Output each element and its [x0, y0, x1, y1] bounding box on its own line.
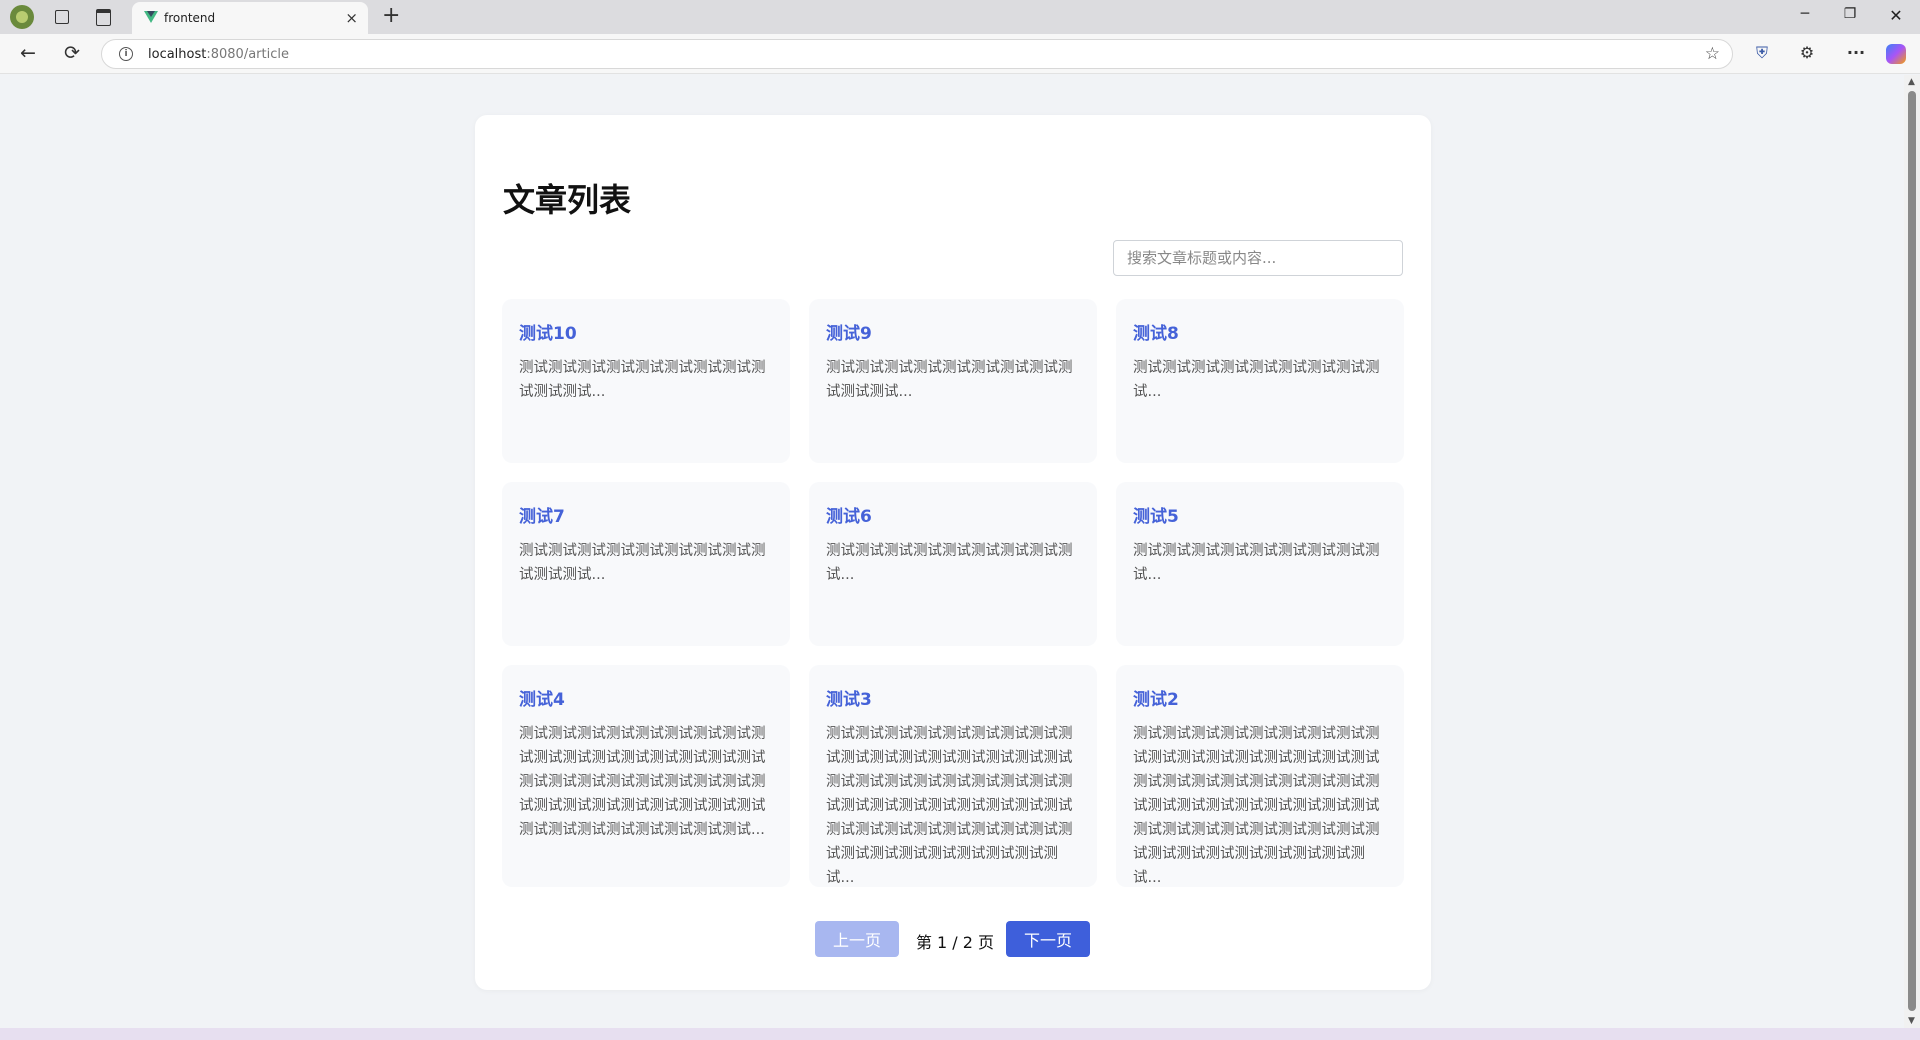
article-list-card: 文章列表 测试10 测试测试测试测试测试测试测试测试测试测试测试... 测试9 … — [475, 115, 1431, 990]
article-title[interactable]: 测试7 — [519, 502, 773, 527]
article-card[interactable]: 测试2 测试测试测试测试测试测试测试测试测试测试测试测试测试测试测试测试测试测试… — [1116, 665, 1404, 887]
article-card[interactable]: 测试4 测试测试测试测试测试测试测试测试测试测试测试测试测试测试测试测试测试测试… — [502, 665, 790, 887]
article-title[interactable]: 测试6 — [826, 502, 1080, 527]
favorite-star-icon[interactable]: ☆ — [1705, 44, 1720, 64]
article-card[interactable]: 测试7 测试测试测试测试测试测试测试测试测试测试测试... — [502, 482, 790, 646]
shield-icon[interactable]: ⛨ — [1751, 43, 1773, 63]
vertical-scrollbar[interactable]: ▲ ▼ — [1904, 75, 1920, 1028]
browser-toolbar: ← ⟳ i localhost:8080/article ☆ ⛨ ⚙ ··· — [0, 34, 1920, 74]
article-title[interactable]: 测试8 — [1133, 319, 1387, 344]
article-title[interactable]: 测试2 — [1133, 685, 1387, 710]
browser-tab-frontend[interactable]: frontend × — [132, 2, 368, 34]
reload-icon[interactable]: ⟳ — [60, 42, 84, 64]
workspaces-icon[interactable] — [51, 6, 73, 28]
scroll-down-arrow-icon[interactable]: ▼ — [1908, 1016, 1915, 1026]
article-card[interactable]: 测试9 测试测试测试测试测试测试测试测试测试测试测试... — [809, 299, 1097, 463]
url-text[interactable]: localhost:8080/article — [148, 47, 289, 62]
article-card[interactable]: 测试5 测试测试测试测试测试测试测试测试测试... — [1116, 482, 1404, 646]
back-arrow-icon[interactable]: ← — [16, 42, 40, 64]
article-excerpt: 测试测试测试测试测试测试测试测试测试测试测试测试测试测试测试测试测试测试测试测试… — [519, 726, 766, 838]
article-title[interactable]: 测试9 — [826, 319, 1080, 344]
restore-icon[interactable]: ❐ — [1840, 6, 1860, 22]
search-input[interactable] — [1113, 240, 1403, 276]
article-card[interactable]: 测试6 测试测试测试测试测试测试测试测试测试... — [809, 482, 1097, 646]
tab-actions-icon[interactable] — [92, 6, 114, 28]
article-excerpt: 测试测试测试测试测试测试测试测试测试... — [1133, 360, 1380, 400]
vue-logo-icon — [144, 10, 158, 24]
tab-title: frontend — [164, 11, 216, 25]
window-bottom-edge — [0, 1028, 1920, 1040]
site-info-icon[interactable]: i — [119, 47, 133, 61]
extensions-icon[interactable]: ⚙ — [1796, 43, 1818, 63]
article-excerpt: 测试测试测试测试测试测试测试测试测试测试测试... — [519, 360, 766, 400]
scroll-up-arrow-icon[interactable]: ▲ — [1908, 77, 1915, 87]
address-bar[interactable]: i localhost:8080/article ☆ — [101, 39, 1733, 69]
browser-tab-strip: frontend × + ─ ❐ ✕ — [0, 0, 1920, 34]
page-viewport: 文章列表 测试10 测试测试测试测试测试测试测试测试测试测试测试... 测试9 … — [0, 75, 1904, 1028]
article-excerpt: 测试测试测试测试测试测试测试测试测试... — [826, 543, 1073, 583]
article-title[interactable]: 测试10 — [519, 319, 773, 344]
article-card[interactable]: 测试8 测试测试测试测试测试测试测试测试测试... — [1116, 299, 1404, 463]
page-indicator: 第 1 / 2 页 — [915, 933, 995, 952]
url-path: :8080/article — [206, 47, 289, 62]
new-tab-icon[interactable]: + — [382, 4, 400, 28]
scrollbar-thumb[interactable] — [1908, 91, 1916, 1011]
article-excerpt: 测试测试测试测试测试测试测试测试测试测试测试测试测试测试测试测试测试测试测试测试… — [1133, 726, 1380, 886]
profile-avatar-icon[interactable] — [10, 5, 34, 29]
article-excerpt: 测试测试测试测试测试测试测试测试测试测试测试... — [519, 543, 766, 583]
article-title[interactable]: 测试5 — [1133, 502, 1387, 527]
article-card[interactable]: 测试3 测试测试测试测试测试测试测试测试测试测试测试测试测试测试测试测试测试测试… — [809, 665, 1097, 887]
article-excerpt: 测试测试测试测试测试测试测试测试测试测试测试... — [826, 360, 1073, 400]
next-page-button[interactable]: 下一页 — [1006, 921, 1090, 957]
prev-page-button[interactable]: 上一页 — [815, 921, 899, 957]
article-excerpt: 测试测试测试测试测试测试测试测试测试测试测试测试测试测试测试测试测试测试测试测试… — [826, 726, 1073, 886]
copilot-icon[interactable] — [1886, 44, 1906, 64]
article-title[interactable]: 测试4 — [519, 685, 773, 710]
window-close-icon[interactable]: ✕ — [1886, 6, 1906, 25]
article-excerpt: 测试测试测试测试测试测试测试测试测试... — [1133, 543, 1380, 583]
tab-close-icon[interactable]: × — [345, 9, 358, 27]
page-title: 文章列表 — [503, 181, 632, 219]
minimize-icon[interactable]: ─ — [1795, 6, 1815, 22]
article-grid: 测试10 测试测试测试测试测试测试测试测试测试测试测试... 测试9 测试测试测… — [502, 299, 1404, 887]
url-host: localhost — [148, 47, 207, 62]
more-menu-icon[interactable]: ··· — [1845, 43, 1867, 63]
pagination: 上一页 第 1 / 2 页 下一页 — [475, 921, 1431, 957]
article-card[interactable]: 测试10 测试测试测试测试测试测试测试测试测试测试测试... — [502, 299, 790, 463]
article-title[interactable]: 测试3 — [826, 685, 1080, 710]
